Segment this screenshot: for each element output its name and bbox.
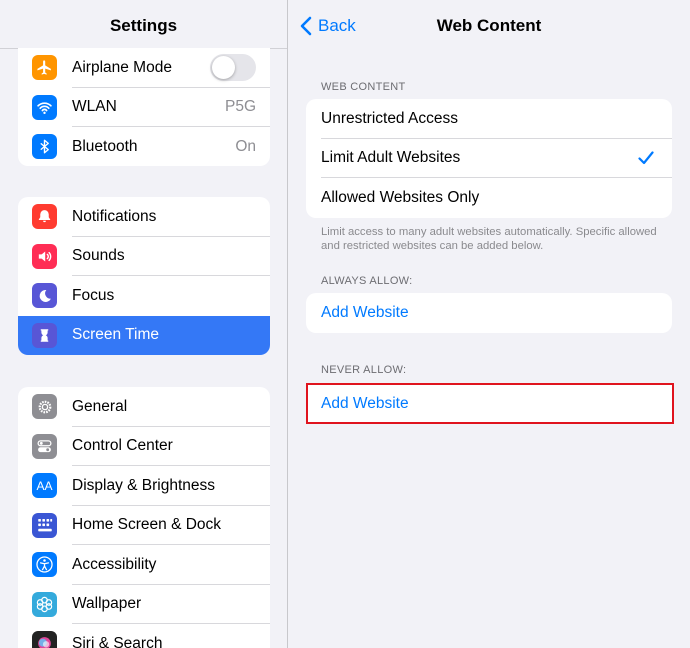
always-allow-section-header: ALWAYS ALLOW: <box>321 275 413 287</box>
sidebar-item-sounds[interactable]: Sounds <box>18 237 270 276</box>
option-limit-adult-websites[interactable]: Limit Adult Websites <box>306 139 672 179</box>
option-allowed-websites-only[interactable]: Allowed Websites Only <box>306 178 672 218</box>
sidebar-item-label: Bluetooth <box>72 137 138 155</box>
never-allow-section-header: NEVER ALLOW: <box>321 364 407 376</box>
sidebar-item-general[interactable]: General <box>18 387 270 427</box>
always-allow-list: Add Website <box>306 293 672 333</box>
siri-icon <box>32 631 57 648</box>
sidebar-item-accessibility[interactable]: Accessibility <box>18 545 270 585</box>
speaker-icon <box>32 243 57 269</box>
moon-icon <box>32 283 57 309</box>
bluetooth-status-value: On <box>235 137 256 155</box>
sidebar-item-screen-time[interactable]: Screen Time <box>18 315 270 355</box>
airplane-mode-toggle[interactable] <box>210 54 256 82</box>
sidebar-title: Settings <box>109 16 178 35</box>
sidebar-item-focus[interactable]: Focus <box>18 276 270 316</box>
sidebar-item-label: Focus <box>72 286 115 304</box>
highlight-annotation-box <box>306 383 674 424</box>
web-content-pane: Back Web Content WEB CONTENT Unrestricte… <box>288 0 690 648</box>
sidebar-item-display-brightness[interactable]: AA Display & Brightness <box>18 466 270 506</box>
sidebar-item-label: Screen Time <box>72 326 160 344</box>
checkmark-icon <box>638 151 654 165</box>
sidebar-item-label: WLAN <box>72 98 117 116</box>
wifi-icon <box>32 94 57 120</box>
bell-icon <box>32 204 57 230</box>
sidebar-item-label: Control Center <box>72 437 173 455</box>
sidebar-item-label: Wallpaper <box>72 595 142 613</box>
sidebar-item-siri-search[interactable]: Siri & Search <box>18 624 270 648</box>
sidebar-item-label: Notifications <box>72 207 157 225</box>
sidebar-item-wallpaper[interactable]: Wallpaper <box>18 585 270 624</box>
sidebar-item-airplane-mode[interactable]: Airplane Mode <box>18 48 270 88</box>
general-group: General Control Center AA Display & Brig… <box>18 387 270 648</box>
sidebar-item-home-screen-dock[interactable]: Home Screen & Dock <box>18 506 270 545</box>
page-title: Web Content <box>436 16 542 35</box>
notifications-group: Notifications Sounds Focus Screen Time <box>18 197 270 355</box>
sidebar-item-label: Home Screen & Dock <box>72 516 222 534</box>
sidebar-item-bluetooth[interactable]: Bluetooth On <box>18 127 270 166</box>
flower-icon <box>32 591 57 617</box>
sidebar-item-label: Siri & Search <box>72 634 163 648</box>
accessibility-icon <box>32 552 57 578</box>
hourglass-icon <box>32 322 57 348</box>
web-content-options-list: Unrestricted Access Limit Adult Websites… <box>306 99 672 218</box>
option-label: Unrestricted Access <box>321 109 458 127</box>
airplane-icon <box>32 55 57 81</box>
add-website-link: Add Website <box>321 303 409 321</box>
option-unrestricted-access[interactable]: Unrestricted Access <box>306 99 672 139</box>
sidebar-item-label: Accessibility <box>72 555 157 573</box>
sidebar-item-control-center[interactable]: Control Center <box>18 427 270 466</box>
grid-icon <box>32 512 57 538</box>
always-allow-add-website-button[interactable]: Add Website <box>306 293 672 333</box>
web-content-section-header: WEB CONTENT <box>321 81 406 93</box>
sidebar-item-wlan[interactable]: WLAN P5G <box>18 88 270 127</box>
web-content-footer-note: Limit access to many adult websites auto… <box>321 226 657 252</box>
sidebar-item-notifications[interactable]: Notifications <box>18 197 270 237</box>
sidebar-item-label: Sounds <box>72 247 125 265</box>
sidebar-item-label: General <box>72 397 128 415</box>
settings-sidebar: Settings Airplane Mode WLAN P5G Bluetoot… <box>0 0 287 648</box>
gear-icon <box>32 394 57 420</box>
sidebar-item-label: Airplane Mode <box>72 58 172 76</box>
text-size-icon: AA <box>32 473 57 499</box>
wlan-network-value: P5G <box>224 98 256 116</box>
sidebar-item-label: Display & Brightness <box>72 476 216 494</box>
option-label: Limit Adult Websites <box>321 149 461 167</box>
option-label: Allowed Websites Only <box>321 188 480 206</box>
toggles-icon <box>32 433 57 459</box>
connectivity-group: Airplane Mode WLAN P5G Bluetooth On <box>18 48 270 166</box>
bluetooth-icon <box>32 134 57 160</box>
